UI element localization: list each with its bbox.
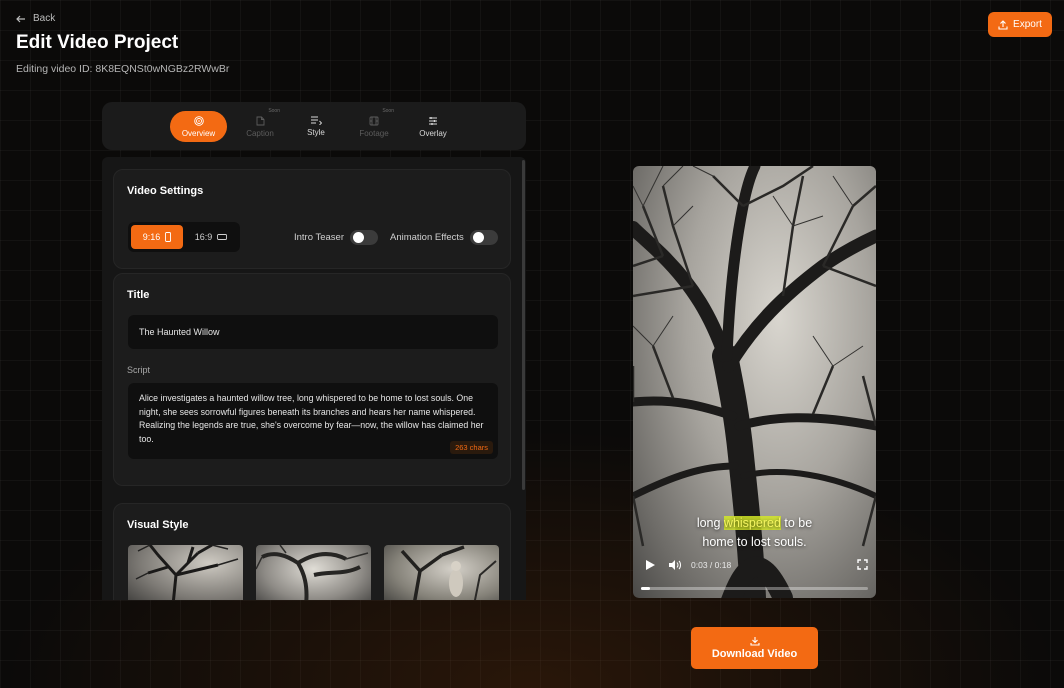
title-input[interactable]: The Haunted Willow: [128, 315, 498, 349]
tab-label: Overlay: [419, 128, 447, 138]
visual-style-thumbnail[interactable]: [256, 545, 371, 600]
target-icon: [193, 115, 204, 126]
volume-icon[interactable]: [668, 559, 682, 571]
tree-illustration-image: [135, 545, 239, 600]
video-progress-fill: [641, 587, 651, 590]
tab-label: Overview: [181, 128, 216, 138]
visual-style-thumbnail[interactable]: [128, 545, 243, 600]
caption-highlight-word: whispered: [723, 516, 781, 530]
tab-label: Style: [307, 128, 325, 137]
video-controls: 0:03 / 0:18: [633, 556, 876, 574]
panel-scrollbar[interactable]: [522, 160, 525, 490]
intro-teaser-setting: Intro Teaser: [294, 230, 378, 245]
tab-footage[interactable]: Soon Footage: [356, 108, 394, 142]
page-title: Edit Video Project: [16, 32, 179, 53]
soon-badge: Soon: [382, 108, 394, 114]
tab-label: Footage: [359, 128, 389, 138]
caption-text: long: [696, 516, 724, 530]
video-player[interactable]: long whispered to be home to lost souls.…: [633, 166, 876, 598]
aspect-9-16-option[interactable]: 9:16: [131, 225, 183, 249]
toggle-knob: [353, 232, 364, 243]
tab-style[interactable]: Style: [301, 111, 331, 142]
animation-effects-label: Animation Effects: [390, 232, 464, 243]
settings-panel: Video Settings 9:16 16:9 Intro Teaser An…: [102, 157, 526, 600]
tab-overlay[interactable]: Overlay: [415, 111, 451, 142]
fullscreen-icon[interactable]: [857, 559, 868, 570]
aspect-ratio-selector: 9:16 16:9: [128, 222, 240, 252]
toggle-knob: [472, 232, 484, 243]
arrow-left-icon: [16, 15, 25, 22]
aspect-label: 16:9: [194, 232, 213, 242]
tab-label: Caption: [246, 128, 274, 138]
file-icon: [256, 116, 264, 125]
download-label: Download Video: [711, 648, 798, 660]
caption-text: to be: [780, 516, 813, 530]
intro-teaser-toggle[interactable]: [350, 230, 378, 245]
video-caption: long whispered to be: [633, 514, 876, 533]
title-value: The Haunted Willow: [139, 327, 220, 337]
animation-effects-toggle[interactable]: [469, 230, 498, 245]
back-link[interactable]: Back: [16, 13, 55, 24]
upload-icon: [998, 19, 1008, 30]
animation-effects-setting: Animation Effects: [390, 230, 498, 245]
export-label: Export: [1013, 19, 1042, 30]
download-icon: [749, 637, 760, 646]
landscape-icon: [217, 234, 228, 240]
tree-illustration-image: [400, 545, 497, 600]
video-time: 0:03 / 0:18: [691, 560, 732, 570]
tab-overview[interactable]: Overview: [170, 111, 227, 142]
title-script-card: Title The Haunted Willow Script Alice in…: [113, 273, 511, 486]
visual-style-thumbnail[interactable]: [384, 545, 499, 600]
soon-badge: Soon: [268, 108, 280, 114]
aspect-label: 9:16: [142, 232, 161, 242]
tab-caption[interactable]: Soon Caption: [242, 108, 280, 142]
export-button[interactable]: Export: [988, 12, 1052, 37]
download-video-button[interactable]: Download Video: [691, 627, 818, 669]
title-heading: Title: [127, 289, 150, 301]
tree-illustration-image: [256, 545, 369, 600]
play-icon[interactable]: [644, 559, 656, 571]
back-label: Back: [33, 13, 56, 24]
script-label: Script: [127, 365, 151, 375]
intro-teaser-label: Intro Teaser: [294, 232, 344, 243]
visual-style-card: Visual Style: [113, 503, 511, 600]
char-count: 263 chars: [450, 441, 493, 454]
video-caption-line-2: home to lost souls.: [702, 535, 807, 549]
visual-style-heading: Visual Style: [127, 519, 189, 531]
video-progress-bar[interactable]: [641, 587, 868, 590]
sliders-icon: [429, 116, 437, 125]
script-textarea[interactable]: Alice investigates a haunted willow tree…: [128, 383, 498, 459]
aspect-16-9-option[interactable]: 16:9: [185, 225, 237, 249]
video-settings-card: Video Settings 9:16 16:9 Intro Teaser An…: [113, 169, 511, 269]
film-icon: [369, 116, 379, 125]
video-settings-heading: Video Settings: [127, 185, 204, 197]
portrait-icon: [165, 232, 172, 242]
tab-bar: Overview Soon Caption Style Soon Footage…: [102, 102, 526, 150]
script-text: Alice investigates a haunted willow tree…: [139, 393, 484, 444]
list-icon: [310, 116, 322, 125]
video-id-subtitle: Editing video ID: 8K8EQNSt0wNGBz2RWwBr: [16, 63, 230, 75]
